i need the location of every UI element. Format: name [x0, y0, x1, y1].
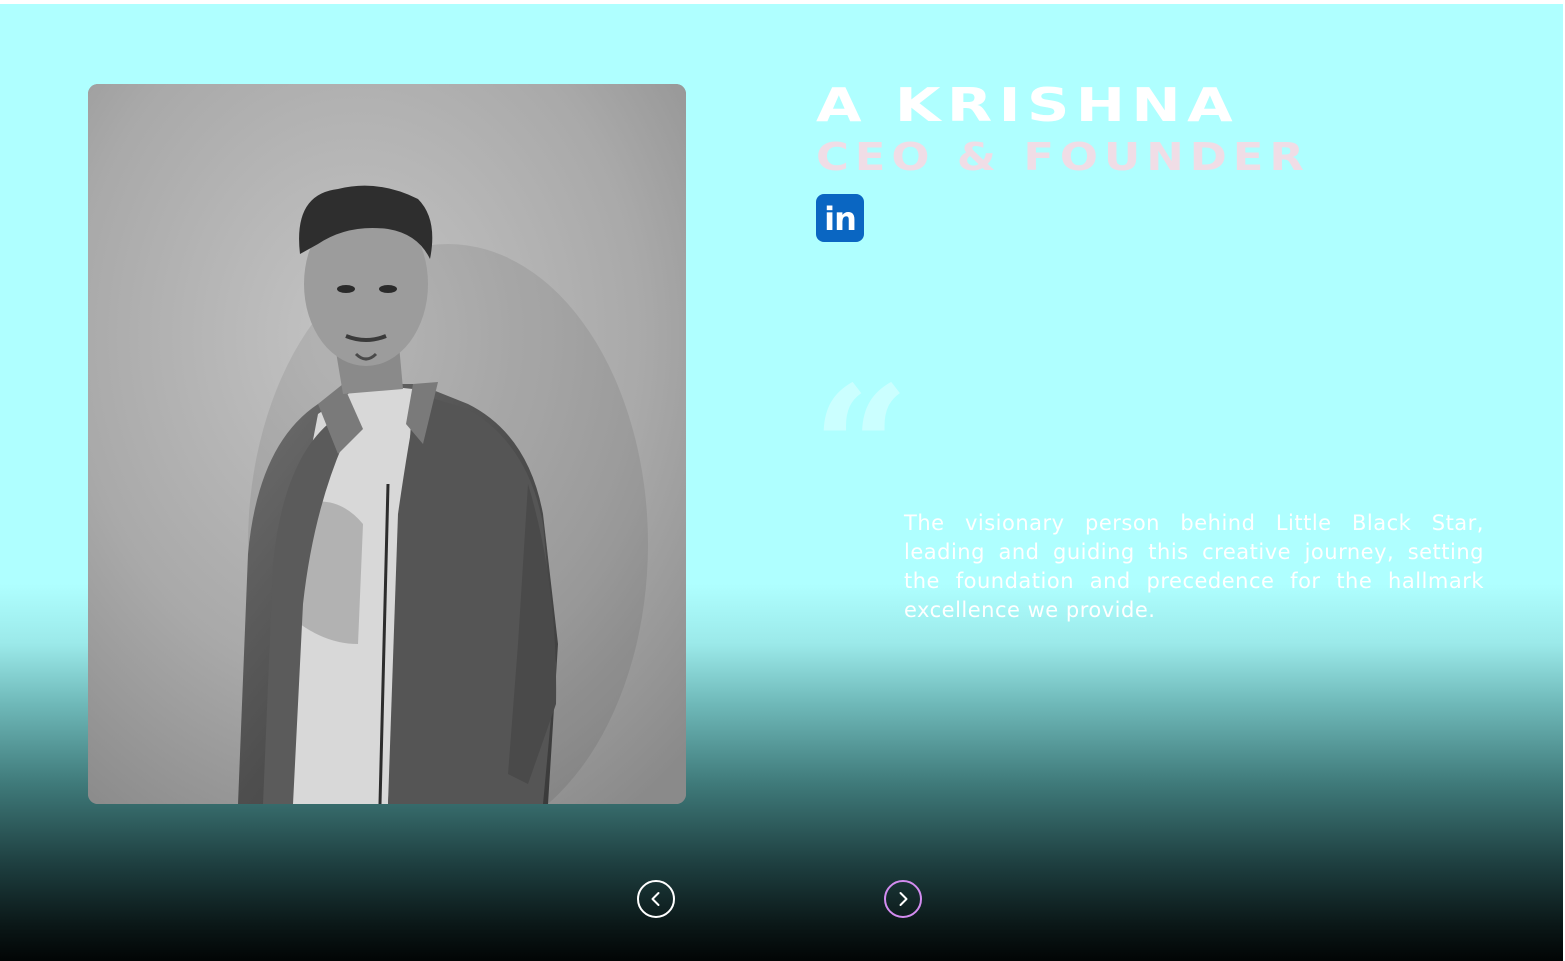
- member-bio: The visionary person behind Little Black…: [904, 511, 1484, 622]
- chevron-right-icon: [899, 892, 908, 906]
- linkedin-label: in: [824, 200, 857, 238]
- quote-icon: “: [812, 349, 910, 549]
- team-member-slide: A KRISHNA CEO & FOUNDER in “ The visiona…: [0, 4, 1563, 961]
- previous-slide-button[interactable]: [637, 880, 675, 918]
- member-portrait-image: [88, 84, 686, 804]
- next-slide-button[interactable]: [884, 880, 922, 918]
- chevron-left-icon: [651, 892, 660, 906]
- linkedin-icon[interactable]: in: [816, 194, 864, 242]
- member-role: CEO & FOUNDER: [816, 135, 1310, 179]
- portrait-illustration: [88, 84, 686, 804]
- member-name: A KRISHNA: [816, 78, 1240, 132]
